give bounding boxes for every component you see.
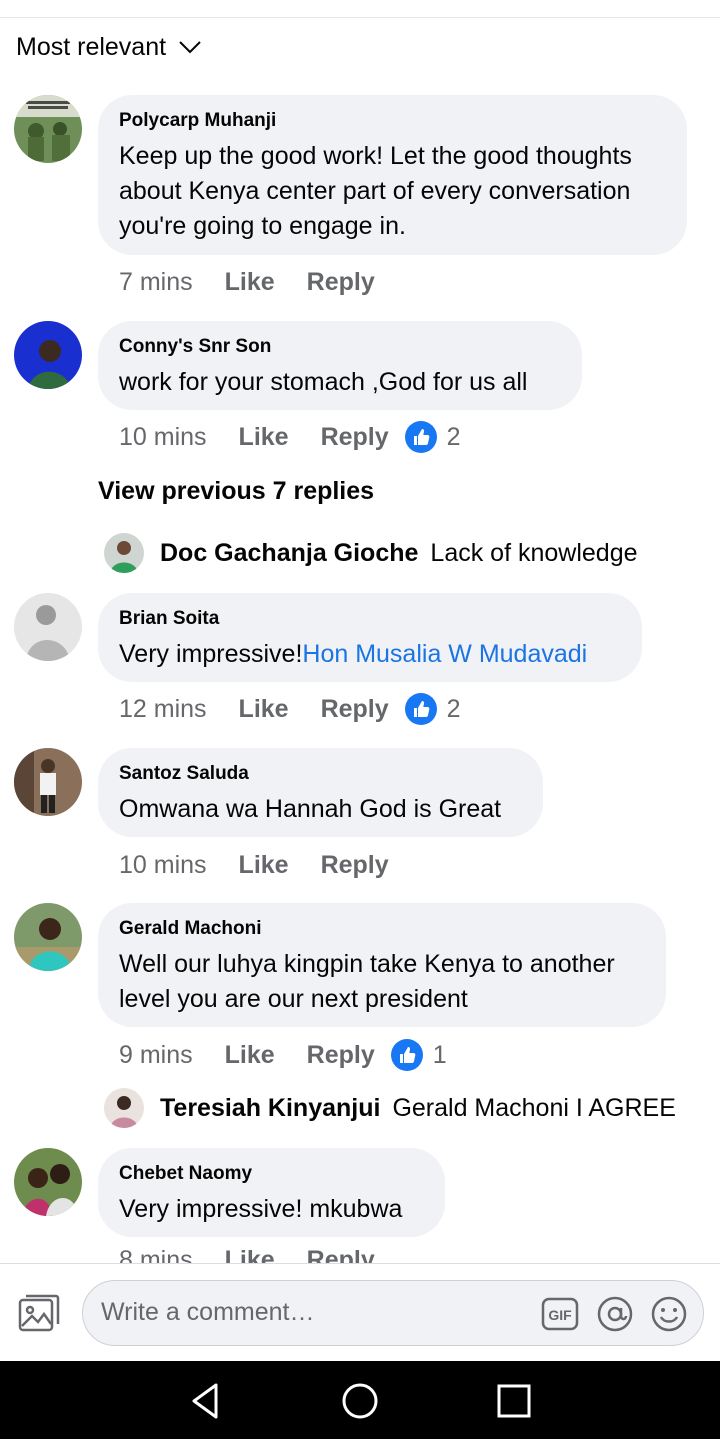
reply-text: Lack of knowledge [430,538,638,567]
reply-author[interactable]: Teresiah Kinyanjui [160,1094,380,1123]
avatar[interactable] [14,903,82,971]
system-navigation-bar [0,1361,720,1439]
top-divider [0,17,720,18]
like-button[interactable]: Like [239,423,289,452]
like-button[interactable]: Like [239,851,289,880]
comment-text: Omwana wa Hannah God is Great [119,795,502,823]
comment-bubble[interactable]: Gerald Machoni Well our luhya kingpin ta… [98,903,666,1027]
svg-text:GIF: GIF [548,1307,572,1323]
comment-text: work for your stomach ,God for us all [119,368,528,396]
comment-input[interactable]: Write a comment… GIF [82,1280,704,1346]
reply-button[interactable]: Reply [307,1041,375,1070]
avatar[interactable] [14,321,82,389]
comment-text: Very impressive! mkubwa [119,1195,403,1223]
comment-meta: 10 mins Like Reply 2 [119,420,461,454]
sort-dropdown[interactable]: Most relevant [16,30,202,64]
avatar[interactable] [104,1088,144,1128]
comment-meta: 8 mins Like Reply [119,1246,391,1263]
like-button[interactable]: Like [239,695,289,724]
reply-button[interactable]: Reply [307,268,375,297]
reply-text: Gerald Machoni I AGREE [392,1093,676,1122]
reaction-count: 2 [446,694,461,723]
comment-meta: 7 mins Like Reply [119,265,391,299]
like-button[interactable]: Like [225,268,275,297]
comment-composer: Write a comment… GIF [0,1263,720,1361]
comment-time[interactable]: 7 mins [119,268,193,297]
reaction-count: 2 [446,422,461,451]
reaction-summary[interactable]: 2 [404,421,461,453]
comment-placeholder: Write a comment… [101,1298,315,1326]
comment-author[interactable]: Conny's Snr Son [119,335,560,359]
like-button[interactable]: Like [225,1246,275,1263]
like-reaction-icon [404,421,437,453]
mention-link[interactable]: Hon Musalia W Mudavadi [302,640,587,668]
comment-text: Very impressive!Hon Musalia W Mudavadi [119,640,588,668]
like-button[interactable]: Like [225,1041,275,1070]
comment-time[interactable]: 9 mins [119,1041,193,1070]
mention-icon[interactable] [596,1295,634,1333]
comment-time[interactable]: 8 mins [119,1246,193,1263]
comment-text: Well our luhya kingpin take Kenya to ano… [119,950,615,1013]
avatar[interactable] [14,593,82,661]
photo-icon[interactable] [18,1294,60,1337]
comment-author[interactable]: Chebet Naomy [119,1162,423,1186]
comment-author[interactable]: Gerald Machoni [119,917,644,941]
reply-author[interactable]: Doc Gachanja Gioche [160,539,418,568]
reply-button[interactable]: Reply [321,423,389,452]
comment-bubble[interactable]: Polycarp Muhanji Keep up the good work! … [98,95,687,255]
comment-bubble[interactable]: Brian Soita Very impressive!Hon Musalia … [98,593,642,682]
reaction-summary[interactable]: 2 [404,693,461,725]
reply-item[interactable]: Doc Gachanja Gioche Lack of knowledge [104,533,638,573]
emoji-icon[interactable] [650,1295,688,1333]
comment-author[interactable]: Brian Soita [119,607,620,631]
reply-button[interactable]: Reply [321,851,389,880]
avatar[interactable] [104,533,144,573]
like-reaction-icon [404,693,437,725]
gif-icon[interactable]: GIF [541,1297,579,1331]
comment-author[interactable]: Santoz Saluda [119,762,521,786]
sort-label: Most relevant [16,32,167,61]
avatar[interactable] [14,1148,82,1216]
like-reaction-icon [390,1039,423,1071]
comment-time[interactable]: 12 mins [119,695,207,724]
comment-bubble[interactable]: Conny's Snr Son work for your stomach ,G… [98,321,582,410]
comment-bubble[interactable]: Chebet Naomy Very impressive! mkubwa [98,1148,445,1237]
reaction-count: 1 [432,1040,447,1069]
comment-meta: 9 mins Like Reply 1 [119,1038,447,1072]
recents-icon[interactable] [494,1381,534,1421]
comment-time[interactable]: 10 mins [119,423,207,452]
comment-author[interactable]: Polycarp Muhanji [119,109,665,133]
comment-text: Keep up the good work! Let the good thou… [119,142,632,240]
comment-meta: 12 mins Like Reply 2 [119,692,461,726]
chevron-down-icon [179,41,201,54]
home-icon[interactable] [340,1381,380,1421]
view-previous-replies-link[interactable]: View previous 7 replies [98,477,374,506]
comment-meta: 10 mins Like Reply [119,848,405,882]
comment-bubble[interactable]: Santoz Saluda Omwana wa Hannah God is Gr… [98,748,543,837]
comment-time[interactable]: 10 mins [119,851,207,880]
reply-button[interactable]: Reply [307,1246,375,1263]
back-icon[interactable] [186,1381,226,1421]
reply-item[interactable]: Teresiah Kinyanjui Gerald Machoni I AGRE… [104,1088,676,1128]
reply-button[interactable]: Reply [321,695,389,724]
avatar[interactable] [14,748,82,816]
avatar[interactable] [14,95,82,163]
reaction-summary[interactable]: 1 [390,1039,447,1071]
